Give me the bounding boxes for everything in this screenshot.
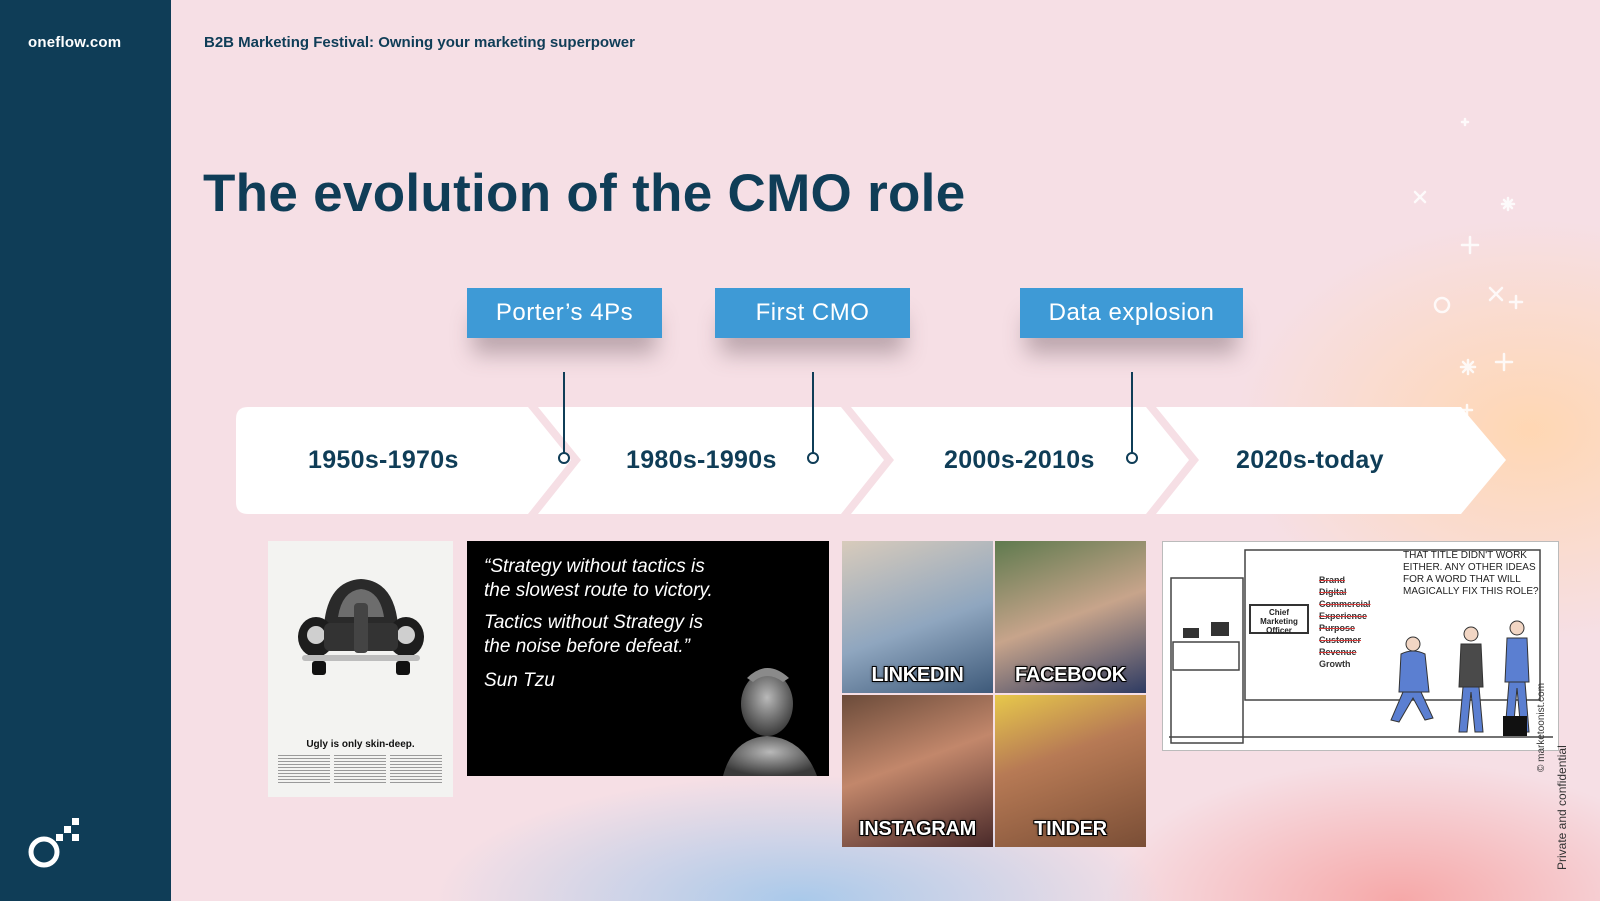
quote-line-1: “Strategy without tactics is [484, 556, 705, 577]
milestone-stem [563, 372, 565, 454]
era-1950s-1970s: 1950s-1970s [308, 446, 459, 474]
cartoon-word: Growth [1319, 659, 1351, 669]
oneflow-logo-icon [28, 818, 79, 868]
vw-beetle-ad-image: Ugly is only skin-deep. [268, 541, 453, 797]
milestone-dot [807, 452, 819, 464]
vw-ad-copy-column [334, 755, 386, 785]
cartoon-word-list: Brand Digital Commercial Experience Purp… [1319, 574, 1371, 670]
slide-page: oneflow.com B2B Marketing Festival: Owni… [0, 0, 1600, 901]
milestone-stem [1131, 372, 1133, 454]
vw-ad-copy-column [278, 755, 330, 785]
sun-tzu-quote-image: “Strategy without tactics is the slowest… [467, 541, 829, 776]
event-title: B2B Marketing Festival: Owning your mark… [204, 34, 635, 51]
milestone-porters-4ps: Porter’s 4Ps [467, 288, 662, 338]
era-1980s-1990s: 1980s-1990s [626, 446, 777, 474]
cartoon-word: Commercial [1319, 599, 1371, 609]
cartoon-word: Customer [1319, 635, 1362, 645]
meme-tile-instagram: INSTAGRAM [842, 695, 993, 847]
cartoon-word: Revenue [1319, 647, 1357, 657]
meme-tile-linkedin: LINKEDIN [842, 541, 993, 693]
brand-name[interactable]: oneflow.com [28, 34, 121, 51]
milestone-dot [558, 452, 570, 464]
era-2000s-2010s: 2000s-2010s [944, 446, 1095, 474]
cartoon-word: Experience [1319, 611, 1368, 621]
social-media-meme-image: LINKEDIN FACEBOOK INSTAGRAM TINDER [842, 541, 1147, 848]
milestone-stem [812, 372, 814, 454]
milestone-data-explosion: Data explosion [1020, 288, 1243, 338]
confidential-notice: Private and confidential [1555, 745, 1569, 870]
sparkle-decoration-icon [1413, 117, 1524, 417]
sidebar: oneflow.com [0, 0, 171, 901]
cartoon-word: Digital [1319, 587, 1347, 597]
vw-ad-headline: Ugly is only skin-deep. [306, 739, 415, 750]
cartoon-word: Purpose [1319, 623, 1356, 633]
meme-tile-facebook: FACEBOOK [995, 541, 1146, 693]
milestone-first-cmo: First CMO [715, 288, 910, 338]
era-2020s-today: 2020s-today [1236, 446, 1384, 474]
cartoon-word: Brand [1319, 575, 1346, 585]
cartoon-credit: © marketoonist.com [1536, 682, 1547, 772]
quote-line-4: the noise before defeat.” [484, 636, 690, 657]
beetle-car-icon [298, 579, 424, 675]
slide-title: The evolution of the CMO role [203, 164, 966, 223]
quote-line-2: the slowest route to victory. [484, 580, 713, 601]
quote-author: Sun Tzu [484, 670, 555, 691]
marketoonist-cartoon-image: That title didn't work either. Any other… [1162, 541, 1559, 751]
quote-line-3: Tactics without Strategy is [484, 612, 703, 633]
cartoon-caption: That title didn't work either. Any other… [1403, 550, 1539, 597]
milestone-dot [1126, 452, 1138, 464]
vw-ad-copy-column [390, 755, 442, 785]
meme-tile-tinder: TINDER [995, 695, 1146, 847]
cartoon-sign: Chief Marketing Officer [1249, 604, 1309, 635]
terracotta-warrior-icon [723, 668, 817, 776]
